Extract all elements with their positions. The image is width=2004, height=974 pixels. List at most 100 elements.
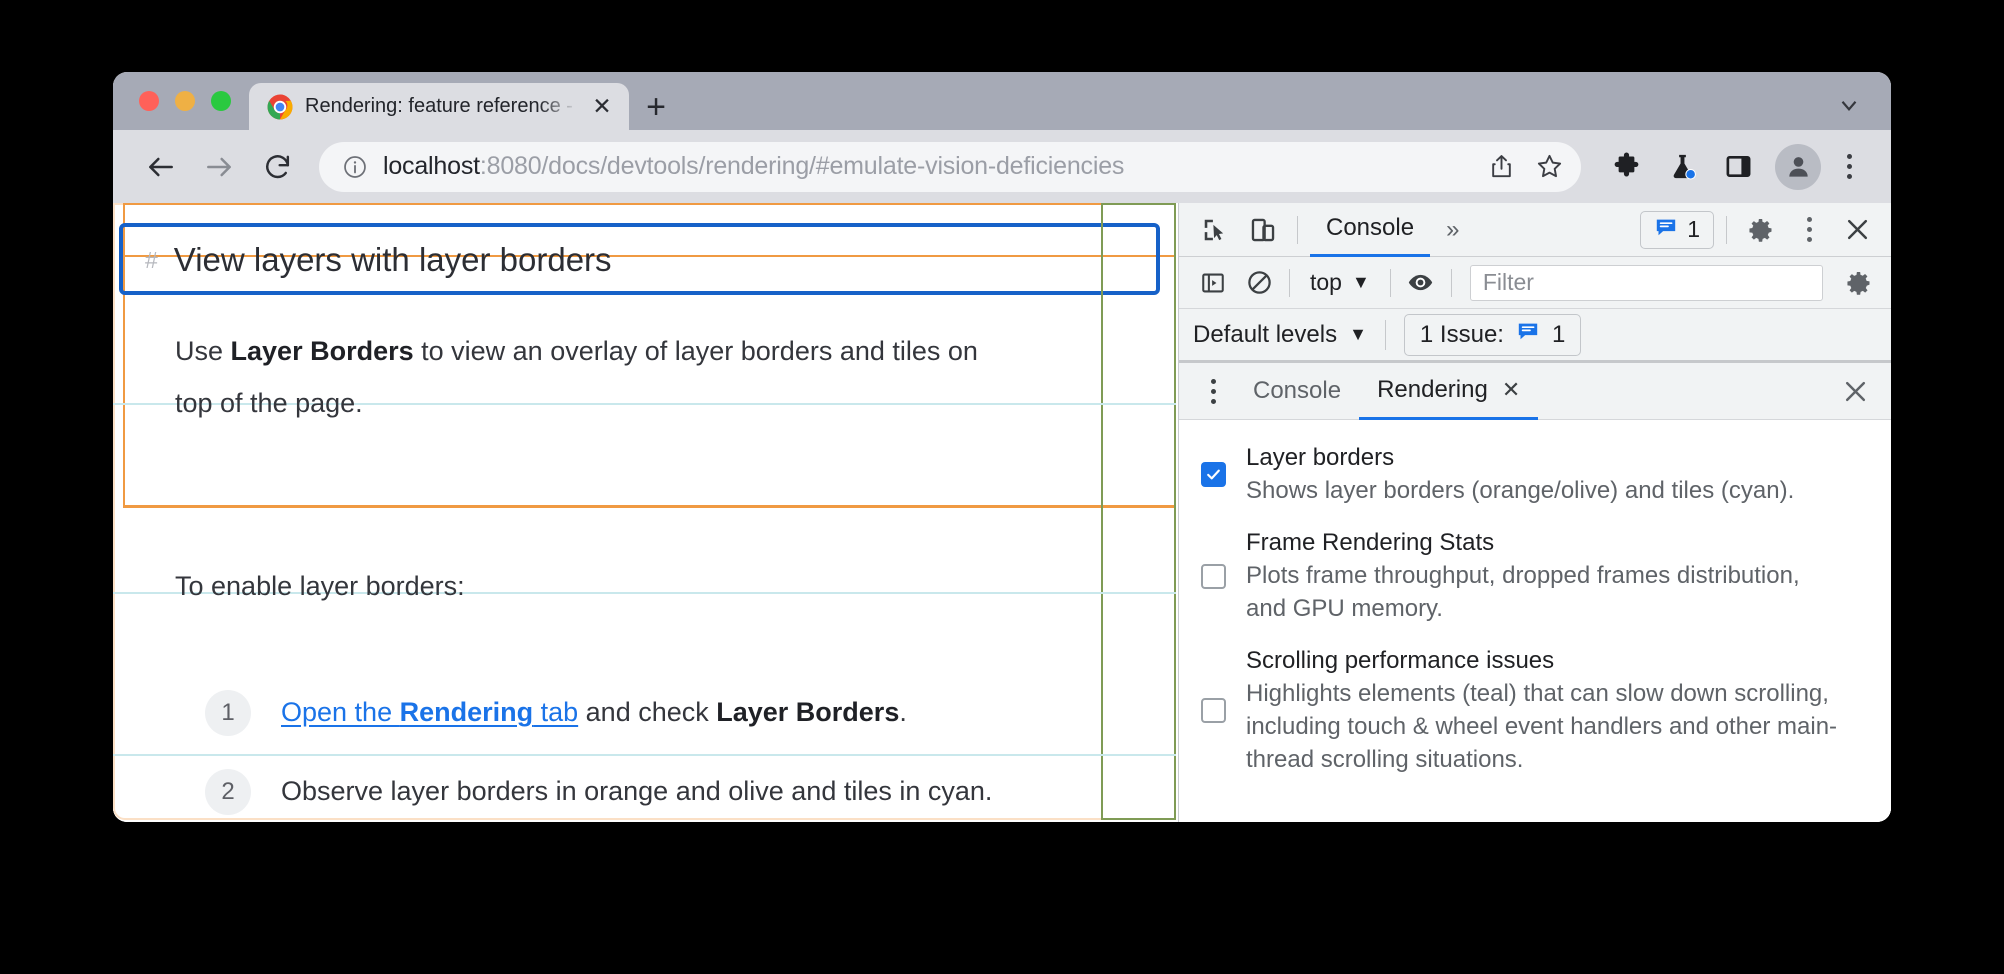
paragraph-intro: Use Layer Borders to view an overlay of … — [175, 325, 1108, 429]
device-toolbar-icon[interactable] — [1241, 208, 1285, 252]
kebab-menu-icon[interactable] — [1191, 369, 1235, 413]
forward-arrow-icon[interactable] — [193, 141, 245, 193]
window-traffic-lights — [113, 72, 249, 130]
new-tab-button[interactable]: + — [629, 83, 683, 130]
option-title: Scrolling performance issues — [1246, 647, 1555, 674]
step-text: Open the Rendering tab and check Layer B… — [281, 697, 907, 728]
console-toolbar: top ▼ Filter — [1179, 257, 1891, 309]
close-drawer-icon[interactable] — [1833, 369, 1877, 413]
side-panel-icon[interactable] — [1713, 142, 1763, 192]
rendering-option-scrolling-performance-issues[interactable]: Scrolling performance issues Highlights … — [1201, 645, 1867, 776]
default-levels-label: Default levels — [1193, 320, 1338, 348]
option-text: Layer borders Shows layer borders (orang… — [1246, 442, 1794, 507]
devtools-panel: Console » 1 top ▼ Filter Default levels … — [1178, 203, 1891, 822]
paragraph-intro-line2: top of the page. — [175, 388, 363, 418]
console-context-selector[interactable]: top ▼ — [1298, 269, 1382, 296]
link-post: tab — [533, 697, 579, 727]
browser-tab-title: Rendering: feature reference - — [305, 95, 573, 117]
page-document: # View layers with layer borders Use Lay… — [113, 203, 1178, 822]
step-text: Observe layer borders in orange and oliv… — [281, 776, 993, 806]
option-description: Plots frame throughput, dropped frames d… — [1246, 562, 1800, 622]
devtools-main-toolbar: Console » 1 — [1179, 203, 1891, 257]
gear-icon[interactable] — [1837, 261, 1881, 305]
rendering-tab-link[interactable]: Open the Rendering tab — [281, 697, 578, 727]
profile-avatar-icon[interactable] — [1775, 143, 1821, 190]
paragraph-enable: To enable layer borders: — [175, 560, 1108, 612]
option-title: Frame Rendering Stats — [1246, 529, 1495, 556]
issues-count: 1 — [1687, 216, 1700, 242]
address-bar-url: localhost:8080/docs/devtools/rendering/#… — [369, 152, 1477, 181]
console-sidebar-icon[interactable] — [1191, 261, 1235, 305]
close-icon[interactable] — [1835, 208, 1879, 252]
context-label: top — [1310, 269, 1342, 295]
clear-console-icon[interactable] — [1237, 261, 1281, 305]
heading-anchor-link[interactable]: # — [145, 247, 158, 274]
back-arrow-icon[interactable] — [135, 141, 187, 193]
gear-icon[interactable] — [1739, 208, 1783, 252]
minimize-window-button[interactable] — [175, 91, 195, 111]
option-title: Layer borders — [1246, 444, 1395, 471]
step-number: 2 — [205, 768, 251, 815]
maximize-window-button[interactable] — [211, 91, 231, 111]
devtools-more-tabs-button[interactable]: » — [1434, 203, 1471, 257]
address-bar[interactable]: localhost:8080/docs/devtools/rendering/#… — [319, 141, 1581, 192]
reload-icon[interactable] — [251, 141, 303, 193]
paragraph-intro-bold: Layer Borders — [230, 336, 414, 366]
issue-summary-label: 1 Issue: — [1419, 320, 1504, 348]
list-item: 1 Open the Rendering tab and check Layer… — [175, 673, 1138, 752]
option-text: Frame Rendering Stats Plots frame throug… — [1246, 527, 1846, 625]
experiments-flask-icon[interactable] — [1657, 142, 1707, 192]
chevron-down-icon: ▼ — [1349, 324, 1367, 344]
list-item: 2 Observe layer borders in orange and ol… — [175, 752, 1138, 822]
extensions-puzzle-icon[interactable] — [1601, 142, 1651, 192]
viewport: # View layers with layer borders Use Lay… — [113, 203, 1891, 822]
close-tab-button[interactable]: ✕ — [589, 93, 615, 120]
checkbox-unchecked-icon[interactable] — [1201, 563, 1226, 589]
live-expression-eye-icon[interactable] — [1399, 261, 1443, 305]
browser-tab[interactable]: Rendering: feature reference - ✕ — [249, 83, 629, 130]
default-levels-selector[interactable]: Default levels ▼ — [1193, 321, 1385, 349]
paragraph-enable-text: To enable layer borders: — [175, 571, 465, 601]
browser-toolbar: localhost:8080/docs/devtools/rendering/#… — [113, 130, 1891, 203]
close-window-button[interactable] — [139, 91, 159, 111]
info-icon[interactable] — [341, 154, 369, 180]
filter-placeholder: Filter — [1482, 269, 1534, 295]
console-levels-bar: Default levels ▼ 1 Issue: 1 — [1179, 309, 1891, 363]
drawer-tab-label: Console — [1253, 377, 1342, 404]
paragraph-intro-post: to view an overlay of layer borders and … — [413, 336, 978, 366]
kebab-menu-icon[interactable] — [1787, 208, 1831, 252]
chrome-logo-icon — [267, 94, 293, 120]
close-icon[interactable]: ✕ — [1502, 377, 1520, 403]
issues-counter-button[interactable]: 1 — [1640, 210, 1714, 249]
star-icon[interactable] — [1525, 143, 1573, 191]
inspect-element-icon[interactable] — [1193, 208, 1237, 252]
chevron-down-icon[interactable] — [1831, 87, 1867, 123]
kebab-dots — [1806, 217, 1812, 242]
browser-window: Rendering: feature reference - ✕ + local… — [113, 72, 1891, 822]
chrome-menu-kebab-icon[interactable] — [1827, 142, 1871, 192]
checkbox-unchecked-icon[interactable] — [1201, 698, 1226, 723]
toolbar-divider — [1289, 268, 1290, 297]
devtools-tab-console[interactable]: Console — [1310, 203, 1431, 257]
issue-message-icon — [1654, 215, 1678, 244]
issue-message-icon — [1516, 319, 1540, 350]
issue-summary-button[interactable]: 1 Issue: 1 — [1403, 313, 1582, 356]
toolbar-divider — [1384, 319, 1386, 350]
drawer-tab-label: Rendering — [1377, 375, 1488, 403]
option-text: Scrolling performance issues Highlights … — [1246, 645, 1867, 776]
step-bold: Layer Borders — [716, 697, 900, 727]
link-bold: Rendering — [399, 697, 534, 727]
share-icon[interactable] — [1477, 143, 1525, 191]
rendering-option-layer-borders[interactable]: Layer borders Shows layer borders (orang… — [1201, 442, 1867, 507]
checkbox-checked-icon[interactable] — [1201, 462, 1226, 487]
kebab-dots — [1846, 154, 1852, 179]
rendering-options-pane: Layer borders Shows layer borders (orang… — [1179, 420, 1891, 822]
drawer-tab-rendering[interactable]: Rendering ✕ — [1359, 363, 1539, 420]
tab-strip: Rendering: feature reference - ✕ + — [113, 72, 1891, 130]
console-filter-input[interactable]: Filter — [1469, 264, 1823, 301]
drawer-tab-console[interactable]: Console — [1235, 363, 1359, 420]
option-description: Highlights elements (teal) that can slow… — [1246, 680, 1838, 773]
link-pre: Open the — [281, 697, 400, 727]
step-number: 1 — [205, 689, 251, 736]
rendering-option-frame-rendering-stats[interactable]: Frame Rendering Stats Plots frame throug… — [1201, 527, 1867, 625]
